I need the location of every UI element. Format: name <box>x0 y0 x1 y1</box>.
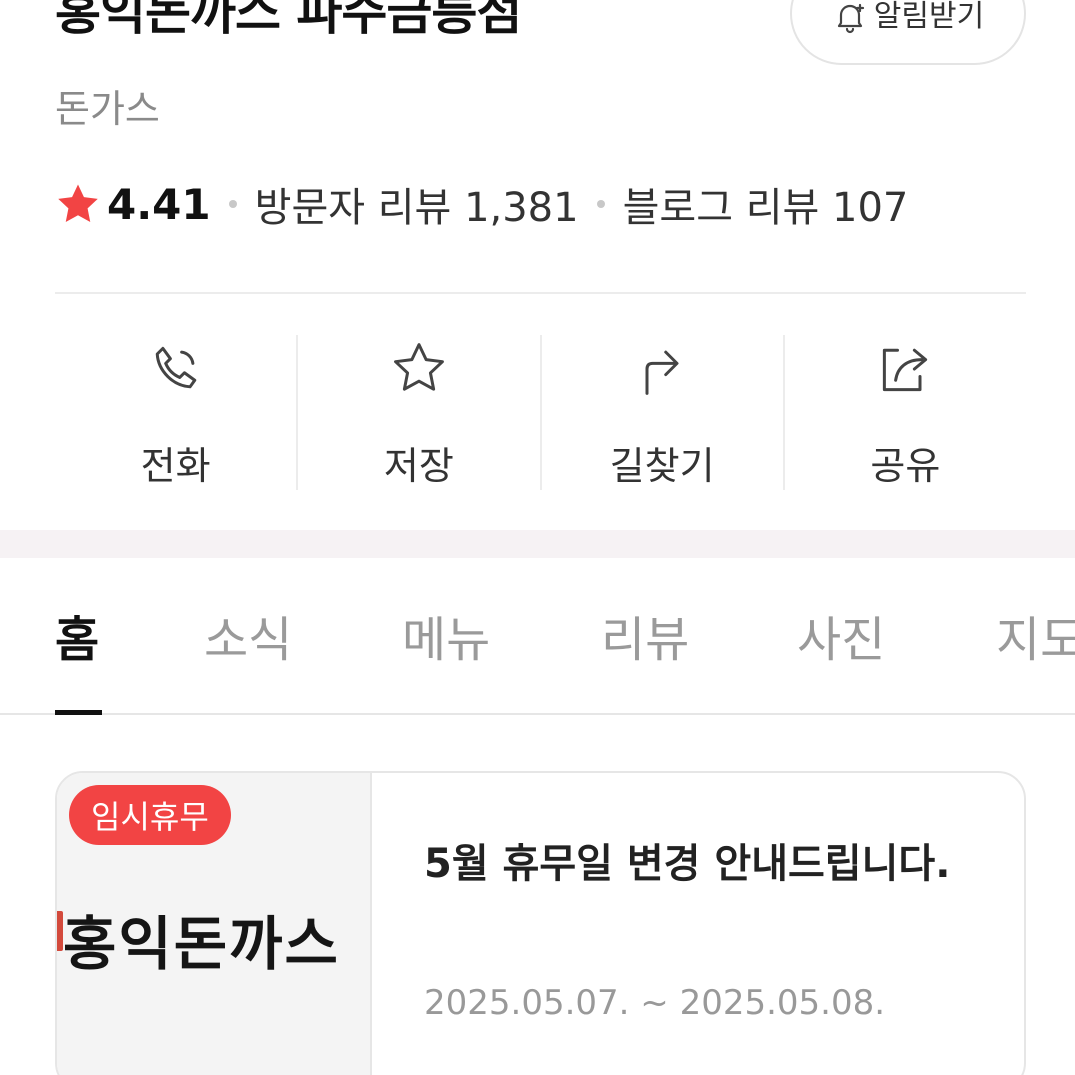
share-icon <box>883 348 928 392</box>
phone-icon <box>155 346 196 389</box>
visitor-reviews-link[interactable]: 방문자 리뷰 1,381 <box>255 175 579 233</box>
tab-news[interactable]: 소식 <box>204 600 292 670</box>
status-badge: 임시휴무 <box>69 785 231 845</box>
notice-title: 5월 휴무일 변경 안내드립니다. <box>424 841 951 887</box>
action-label: 길찾기 <box>609 444 715 488</box>
notice-thumbnail: 홍익돈까스 임시휴무 <box>57 773 372 1075</box>
call-button[interactable]: 전화 <box>55 335 299 490</box>
tab-menu[interactable]: 메뉴 <box>402 600 490 670</box>
directions-button[interactable]: 길찾기 <box>542 335 785 490</box>
notify-button[interactable]: 알림받기 <box>790 0 1026 65</box>
section-gap <box>0 530 1075 558</box>
action-label: 전화 <box>140 444 211 488</box>
blog-reviews-link[interactable]: 블로그 리뷰 107 <box>623 175 909 233</box>
save-button[interactable]: 저장 <box>298 335 542 490</box>
separator-dot <box>228 200 237 208</box>
tabs-divider <box>0 713 1075 715</box>
share-button[interactable]: 공유 <box>785 335 1026 490</box>
notify-label: 알림받기 <box>873 0 985 34</box>
star-filled-icon <box>58 184 98 223</box>
tab-photos[interactable]: 사진 <box>797 600 885 670</box>
rating-value: 4.41 <box>107 179 211 229</box>
rating-stats: 4.41 방문자 리뷰 1,381 블로그 리뷰 107 <box>55 176 908 232</box>
star-outline-icon <box>393 343 444 391</box>
action-label: 저장 <box>383 444 454 488</box>
category-label: 돈가스 <box>55 87 160 131</box>
tab-reviews[interactable]: 리뷰 <box>601 600 689 670</box>
tab-home[interactable]: 홈 <box>55 600 99 670</box>
divider <box>55 292 1026 294</box>
place-detail-page: 홍익돈까스 파주금릉점 알림받기 돈가스 4.41 방문자 리뷰 1,381 블… <box>0 0 1075 1075</box>
active-tab-indicator <box>55 710 102 715</box>
notice-date: 2025.05.07. ~ 2025.05.08. <box>424 983 886 1023</box>
thumbnail-logo: 홍익돈까스 <box>63 910 340 978</box>
notice-card[interactable]: 홍익돈까스 임시휴무 5월 휴무일 변경 안내드립니다. 2025.05.07.… <box>55 771 1026 1075</box>
action-bar: 전화 저장 길찾기 공유 <box>55 335 1026 490</box>
tab-bar: 홈 소식 메뉴 리뷰 사진 지도 <box>0 600 1075 715</box>
directions-arrow-icon <box>645 350 679 395</box>
place-title: 홍익돈까스 파주금릉점 <box>55 0 522 41</box>
action-label: 공유 <box>870 444 941 488</box>
separator-dot <box>596 200 605 208</box>
tab-map[interactable]: 지도 <box>996 600 1075 670</box>
bell-plus-icon <box>837 3 864 34</box>
